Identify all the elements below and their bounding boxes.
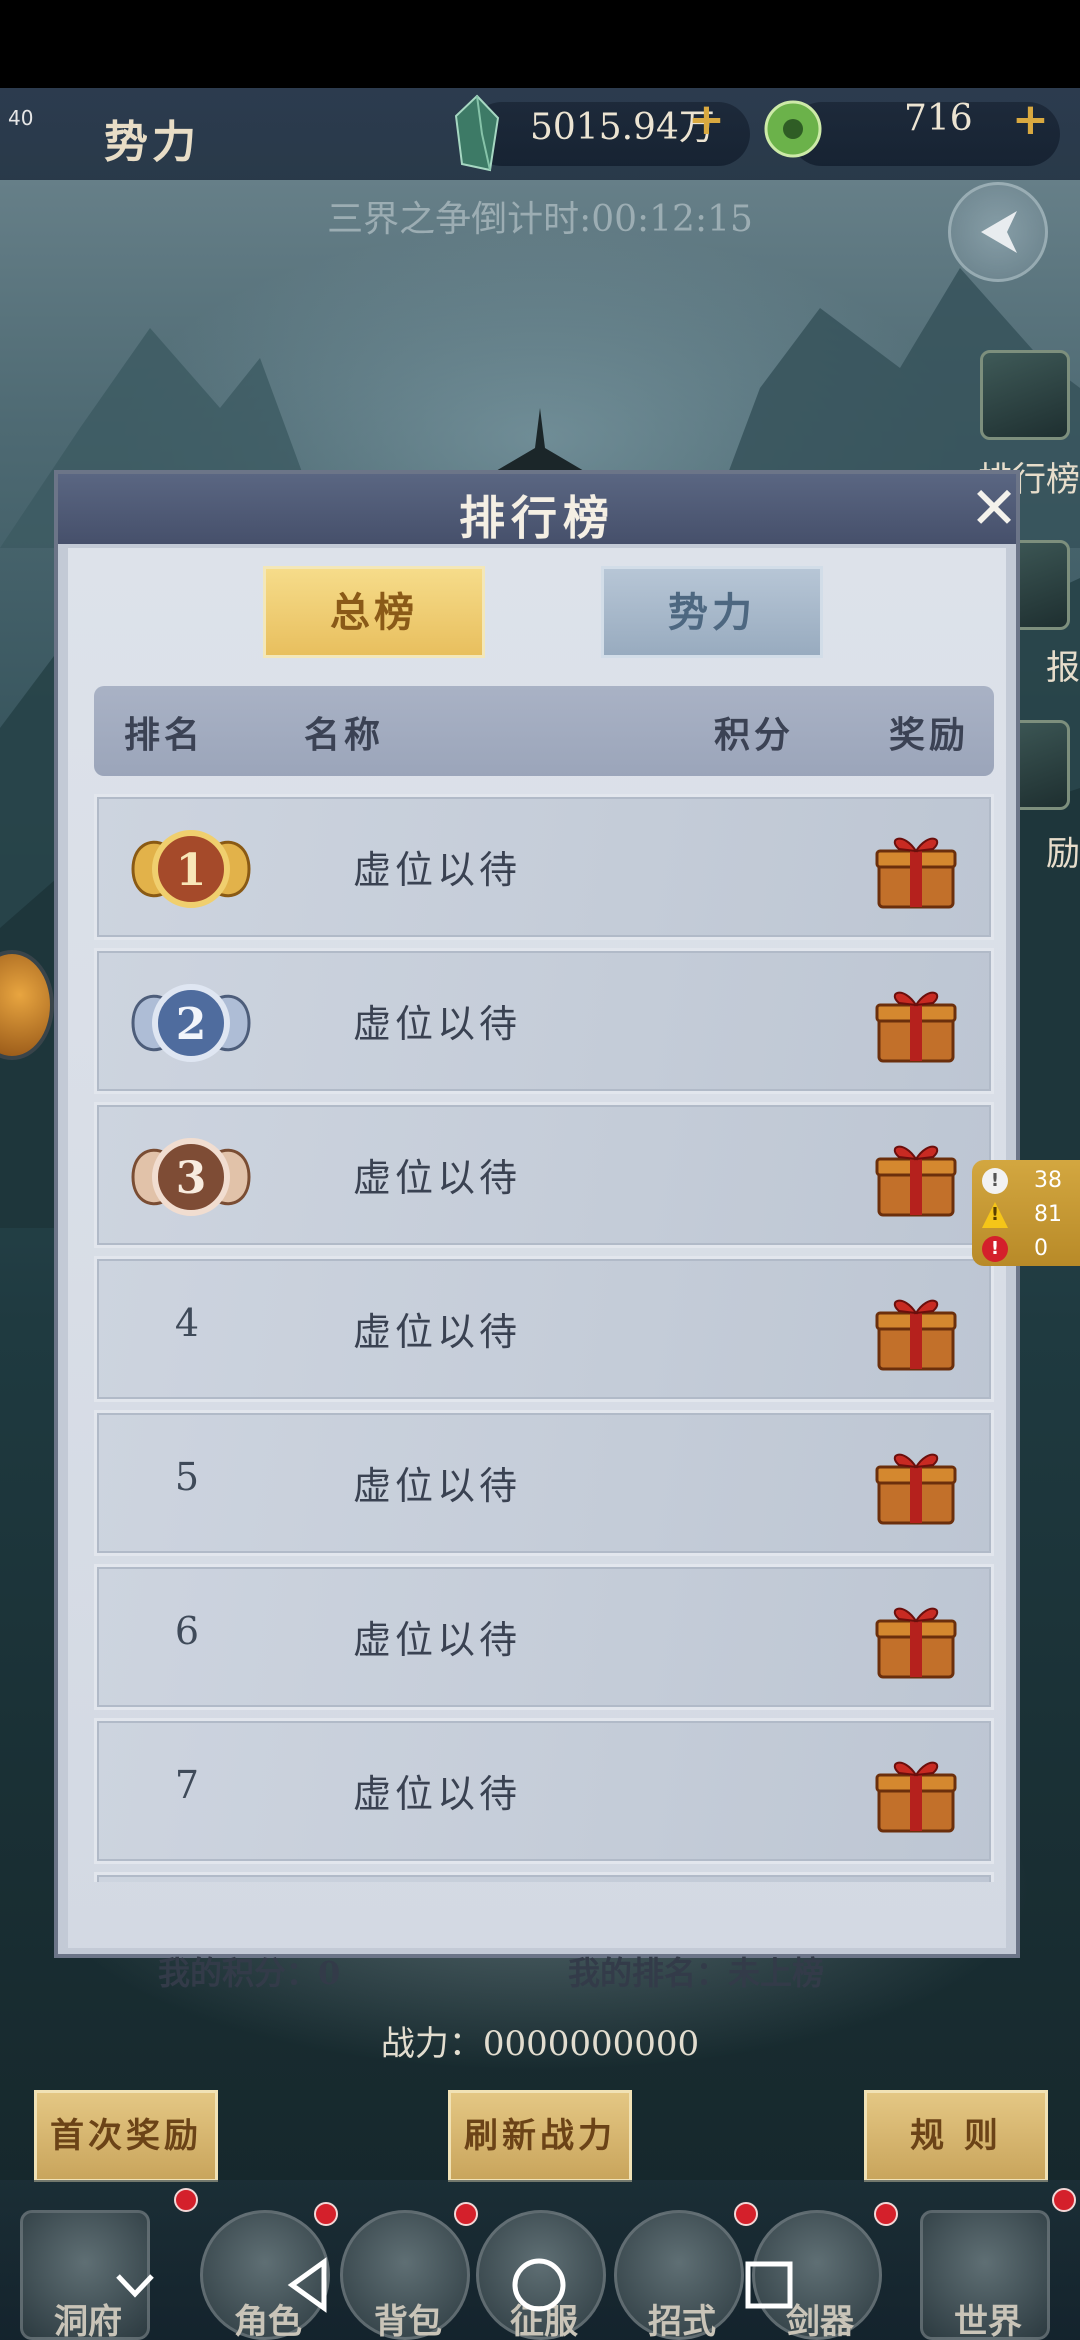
- jade-add-button[interactable]: +: [688, 94, 725, 145]
- close-icon: ✕: [969, 474, 1019, 542]
- gift-box-icon[interactable]: [873, 1133, 959, 1221]
- column-rank: 排名: [124, 714, 205, 756]
- row-name: 虚位以待: [353, 1002, 522, 1046]
- notification-dot: [734, 2202, 758, 2226]
- gift-box-icon[interactable]: [873, 979, 959, 1067]
- gift-box-icon[interactable]: [873, 1749, 959, 1837]
- gold-medal-icon: 1: [131, 830, 251, 908]
- warning-count: ! 81: [982, 1200, 1078, 1232]
- info-icon: !: [982, 1168, 1008, 1194]
- tab-overall[interactable]: 总榜: [263, 566, 485, 658]
- modal-header: 排行榜 ✕: [58, 474, 1018, 545]
- page-title: 势力: [104, 117, 200, 168]
- modal-body: 总榜 势力 排名 名称 积分 奖励 1 虚位以待 2 虚位以待 3 虚位以待 4…: [68, 548, 1006, 1992]
- coin-add-button[interactable]: +: [1012, 94, 1049, 145]
- first-reward-button[interactable]: 首次奖励: [34, 2090, 218, 2182]
- jade-crystal-icon: [454, 94, 500, 172]
- table-row-partial: [94, 1872, 994, 1882]
- jade-coin-icon: [764, 100, 822, 158]
- coin-value: 716: [904, 98, 973, 139]
- system-nav-bar: [0, 2230, 1080, 2340]
- row-name: 虚位以待: [353, 848, 522, 892]
- top-hud: 40 势力 5015.94万 + 716 +: [0, 88, 1080, 180]
- status-bar: [0, 0, 1080, 88]
- back-arrow-icon: [981, 211, 1017, 253]
- back-button[interactable]: [948, 182, 1048, 282]
- notification-dot: [314, 2202, 338, 2226]
- table-row: 3 虚位以待: [94, 1102, 994, 1248]
- rules-button[interactable]: 规 则: [864, 2090, 1048, 2182]
- refresh-power-button[interactable]: 刷新战力: [448, 2090, 632, 2182]
- notification-dot: [454, 2202, 478, 2226]
- error-count: ! 0: [982, 1234, 1078, 1266]
- row-name: 虚位以待: [353, 1156, 522, 1200]
- close-button[interactable]: ✕: [964, 479, 1024, 540]
- table-row: 1 虚位以待: [94, 794, 994, 940]
- bronze-medal-icon: 3: [131, 1138, 251, 1216]
- debug-warning-panel[interactable]: ! 38 ! 81 ! 0: [972, 1160, 1080, 1266]
- row-name: 虚位以待: [353, 1310, 522, 1354]
- fps-counter: 40: [8, 106, 34, 130]
- column-reward: 奖励: [889, 714, 970, 756]
- row-rank: 7: [174, 1763, 200, 1807]
- ranking-list[interactable]: 1 虚位以待 2 虚位以待 3 虚位以待 4 虚位以待 5 虚位以待 6 虚位以…: [94, 794, 994, 1882]
- battle-countdown: 三界之争倒计时:00:12:15: [327, 199, 753, 240]
- tab-faction[interactable]: 势力: [601, 566, 823, 658]
- medal-number: 2: [176, 999, 207, 1050]
- medal-number: 1: [176, 845, 207, 896]
- error-icon: !: [982, 1236, 1008, 1262]
- silver-medal-icon: 2: [131, 984, 251, 1062]
- gift-box-icon[interactable]: [873, 1441, 959, 1529]
- row-rank: 5: [174, 1455, 200, 1499]
- row-name: 虚位以待: [353, 1772, 522, 1816]
- table-row: 7 虚位以待: [94, 1718, 994, 1864]
- row-rank: 6: [174, 1609, 200, 1653]
- notification-dot: [174, 2188, 198, 2212]
- table-row: 5 虚位以待: [94, 1410, 994, 1556]
- chevron-down-icon[interactable]: [100, 2250, 170, 2320]
- info-count: ! 38: [982, 1166, 1078, 1198]
- row-rank: 4: [174, 1301, 200, 1345]
- ranking-modal: 排行榜 ✕ 总榜 势力 排名 名称 积分 奖励 1 虚位以待 2 虚位以待 3 …: [54, 470, 1020, 1992]
- table-row: 6 虚位以待: [94, 1564, 994, 1710]
- row-name: 虚位以待: [353, 1618, 522, 1662]
- recents-square-icon[interactable]: [734, 2250, 804, 2320]
- my-score: 我的积分：0: [158, 1954, 341, 1992]
- column-name: 名称: [304, 714, 385, 756]
- gift-box-icon[interactable]: [873, 1287, 959, 1375]
- back-triangle-icon[interactable]: [274, 2250, 344, 2320]
- gift-box-icon[interactable]: [873, 1595, 959, 1683]
- home-circle-icon[interactable]: [504, 2250, 574, 2320]
- medal-number: 3: [176, 1153, 207, 1204]
- column-score: 积分: [714, 714, 795, 756]
- my-rank: 我的排名：未上榜: [568, 1954, 825, 1992]
- combat-power: 战力：0000000000: [380, 2024, 700, 2064]
- table-row: 2 虚位以待: [94, 948, 994, 1094]
- gift-box-icon[interactable]: [873, 825, 959, 913]
- row-name: 虚位以待: [353, 1464, 522, 1508]
- warning-icon: !: [982, 1202, 1008, 1228]
- notification-dot: [874, 2202, 898, 2226]
- table-header: 排名 名称 积分 奖励: [94, 686, 994, 776]
- modal-title: 排行榜: [459, 491, 615, 545]
- table-row: 4 虚位以待: [94, 1256, 994, 1402]
- scroll-icon[interactable]: [980, 350, 1070, 440]
- notification-dot: [1052, 2188, 1076, 2212]
